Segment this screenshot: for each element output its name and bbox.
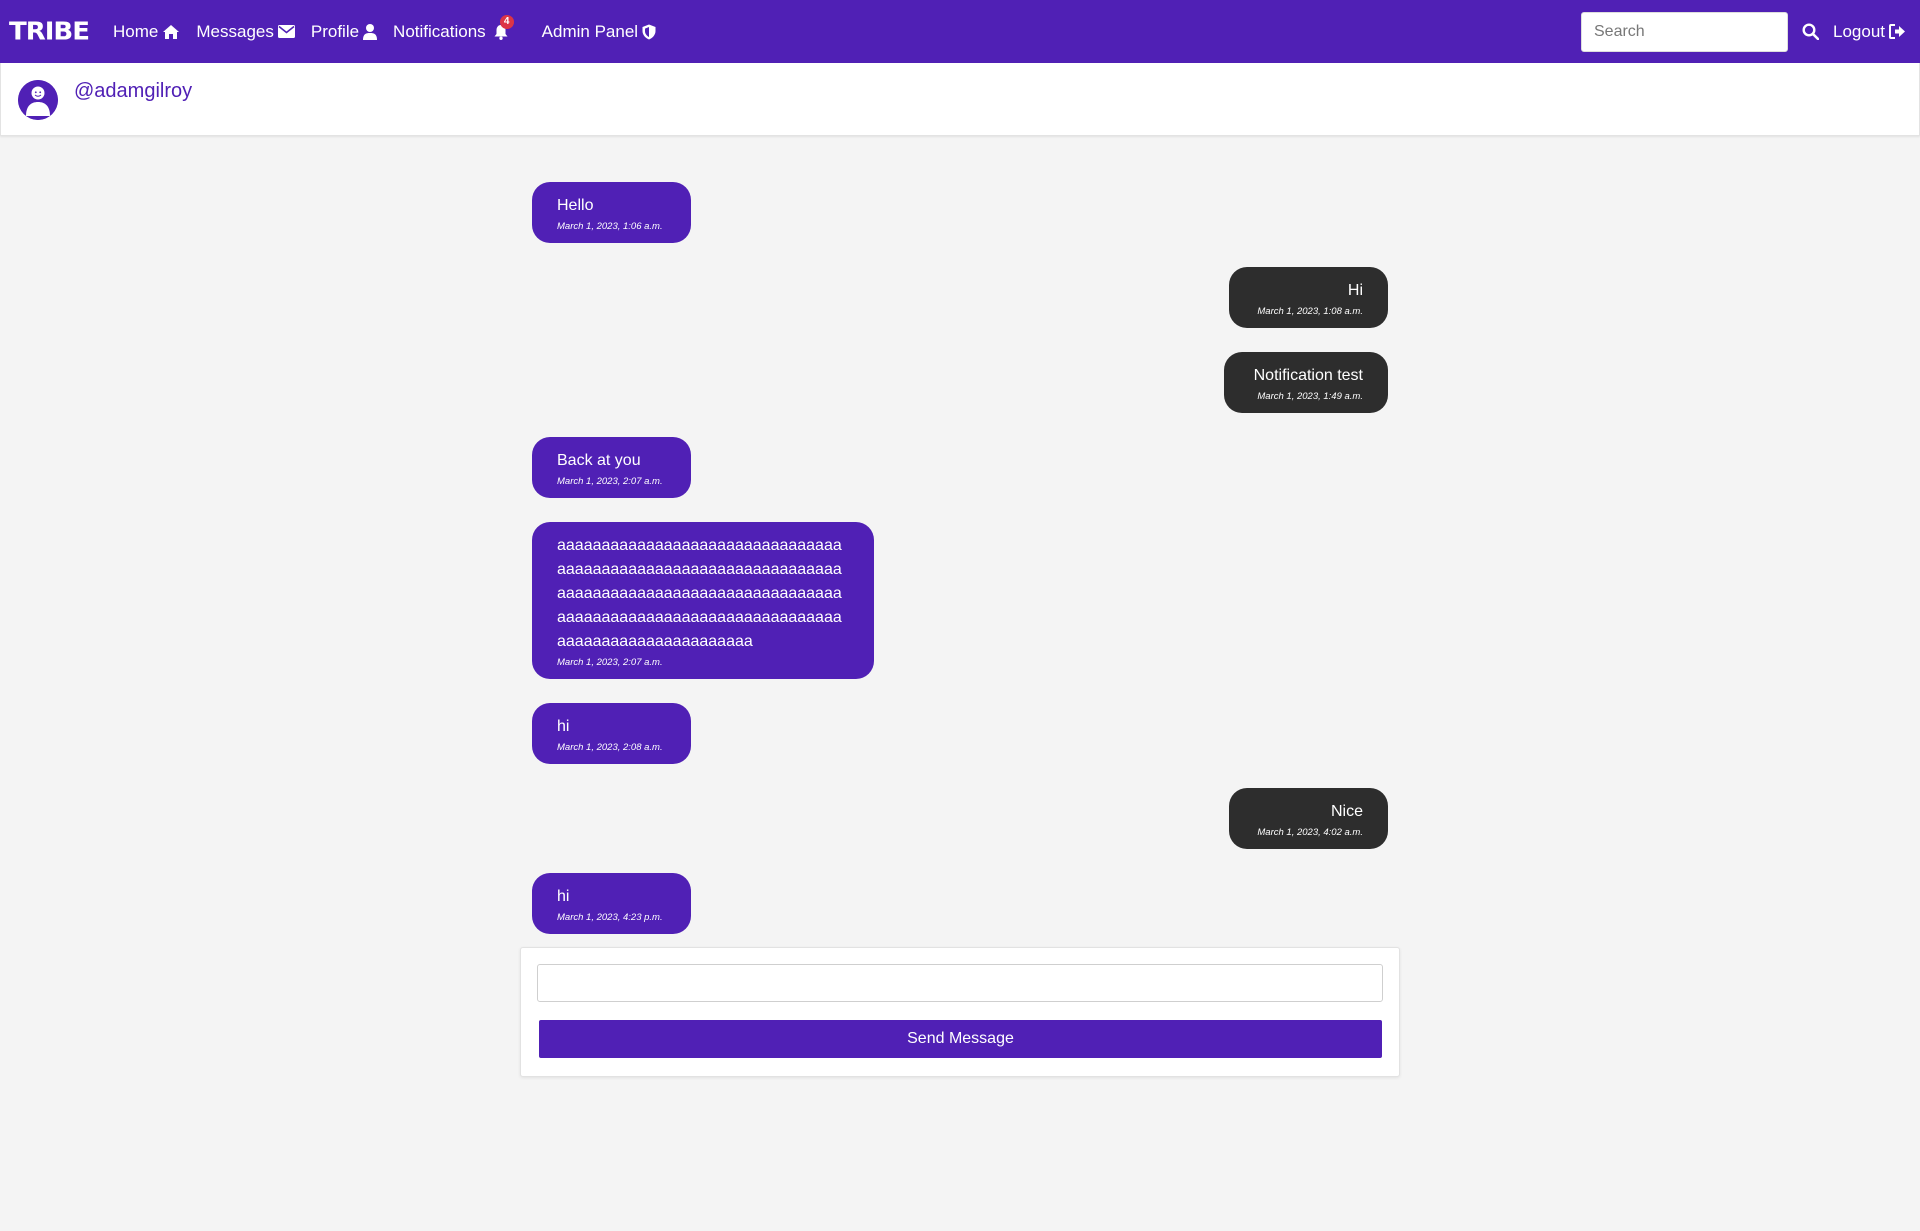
conversation-header: @adamgilroy	[0, 63, 1920, 136]
nav-messages[interactable]: Messages	[196, 21, 295, 42]
message-bubble-incoming: Back at you March 1, 2023, 2:07 a.m.	[532, 437, 691, 498]
message-composer: Send Message	[520, 947, 1400, 1077]
message-text: Back at you	[557, 452, 641, 469]
message-bubble-outgoing: Nice March 1, 2023, 4:02 a.m.	[1229, 788, 1388, 849]
logout-icon	[1889, 24, 1905, 39]
message-text: Hello	[557, 197, 594, 214]
notification-bell: 4	[490, 14, 514, 40]
message-bubble-outgoing: Notification test March 1, 2023, 1:49 a.…	[1224, 352, 1388, 413]
search-input[interactable]	[1581, 11, 1788, 52]
user-avatar-icon	[18, 80, 58, 120]
message-input[interactable]	[537, 964, 1383, 1002]
top-navbar: TRIBE Home Messages Profile Notification…	[0, 0, 1920, 63]
home-icon	[163, 24, 180, 39]
message-timestamp: March 1, 2023, 1:49 a.m.	[1257, 391, 1363, 402]
search-button[interactable]	[1802, 23, 1819, 40]
nav-messages-label: Messages	[196, 21, 274, 41]
message-timestamp: March 1, 2023, 4:23 p.m.	[557, 912, 663, 923]
message-text: hi	[557, 718, 570, 735]
shield-icon	[642, 24, 656, 39]
message-text: hi	[557, 888, 570, 905]
nav-home-label: Home	[113, 21, 159, 41]
message-text: Nice	[1330, 803, 1363, 820]
message-timestamp: March 1, 2023, 2:07 a.m.	[557, 476, 663, 487]
nav-profile[interactable]: Profile	[310, 21, 378, 42]
envelope-icon	[277, 25, 295, 38]
message-text: Notification test	[1253, 367, 1363, 384]
message-timestamp: March 1, 2023, 1:08 a.m.	[1257, 306, 1363, 317]
search-icon	[1802, 23, 1819, 40]
message-bubble-incoming: hi March 1, 2023, 4:23 p.m.	[532, 873, 691, 934]
nav-notifications[interactable]: Notifications 4	[393, 14, 514, 42]
message-bubble-incoming: aaaaaaaaaaaaaaaaaaaaaaaaaaaaaaaaaaaaaaaa…	[532, 522, 874, 679]
user-icon	[363, 23, 378, 40]
nav-profile-label: Profile	[310, 21, 360, 41]
nav-home[interactable]: Home	[113, 22, 180, 42]
brand-logo[interactable]: TRIBE	[9, 17, 90, 46]
message-text: aaaaaaaaaaaaaaaaaaaaaaaaaaaaaaaaaaaaaaaa…	[557, 537, 842, 650]
notification-count-badge: 4	[499, 14, 514, 29]
message-timestamp: March 1, 2023, 2:08 a.m.	[557, 742, 663, 753]
message-bubble-incoming: hi March 1, 2023, 2:08 a.m.	[532, 703, 691, 764]
conversation-username[interactable]: @adamgilroy	[74, 80, 192, 103]
logout-label: Logout	[1833, 21, 1885, 41]
message-timestamp: March 1, 2023, 4:02 a.m.	[1257, 827, 1363, 838]
message-bubble-outgoing: Hi March 1, 2023, 1:08 a.m.	[1229, 267, 1388, 328]
message-bubble-incoming: Hello March 1, 2023, 1:06 a.m.	[532, 182, 691, 243]
nav-admin-label: Admin Panel	[541, 21, 639, 41]
logout-button[interactable]: Logout	[1833, 22, 1906, 42]
message-text: Hi	[1347, 282, 1363, 299]
message-timestamp: March 1, 2023, 1:06 a.m.	[557, 221, 663, 232]
send-message-button[interactable]: Send Message	[539, 1020, 1382, 1058]
nav-notifications-label: Notifications	[393, 21, 486, 41]
message-timestamp: March 1, 2023, 2:07 a.m.	[557, 657, 663, 668]
avatar[interactable]	[18, 80, 58, 120]
nav-admin-panel[interactable]: Admin Panel	[542, 22, 656, 42]
